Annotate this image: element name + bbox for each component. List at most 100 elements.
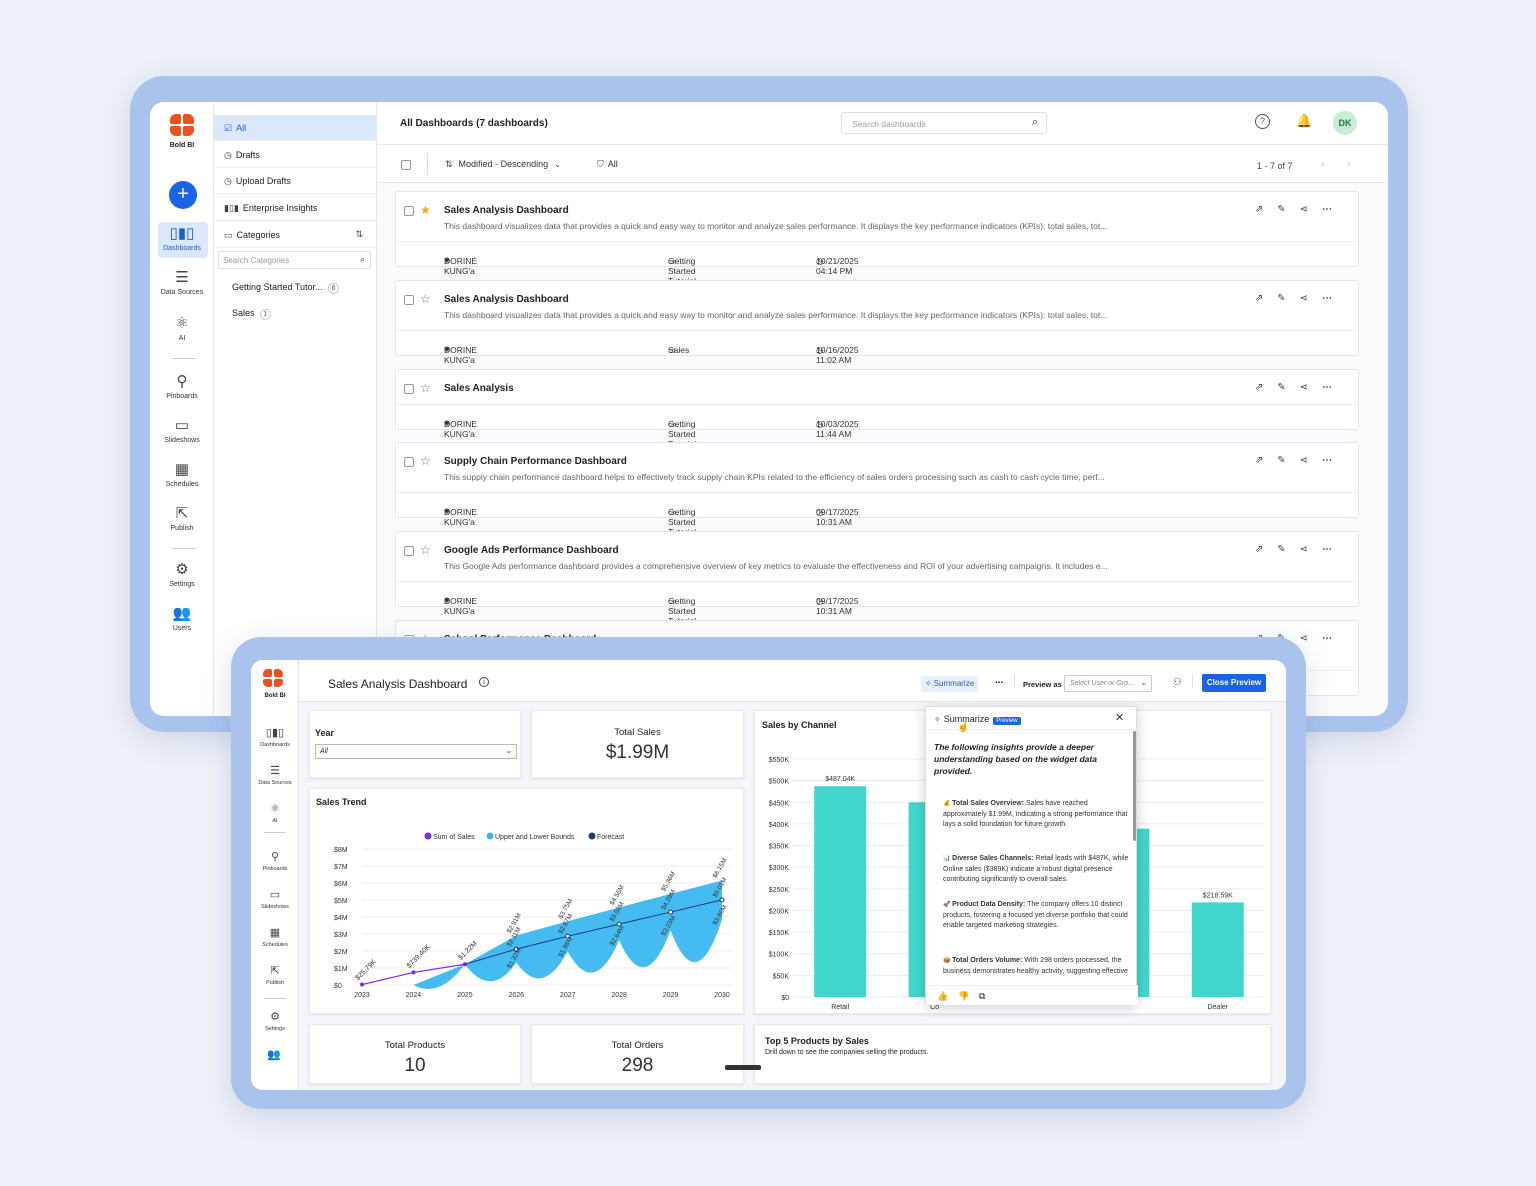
open-external-icon[interactable]: ⇗ xyxy=(1255,455,1277,466)
preview-rail-item[interactable]: ⇱ Publish xyxy=(251,964,299,986)
forecast-point[interactable] xyxy=(668,909,674,915)
next-page-icon[interactable]: › xyxy=(1347,159,1350,170)
edit-icon[interactable]: ✎ xyxy=(1277,204,1299,215)
star-icon[interactable]: ☆ xyxy=(420,381,431,395)
year-select[interactable]: All ⌄ xyxy=(315,744,517,759)
preview-rail-item[interactable]: ▯▮▯ Dashboards xyxy=(251,726,299,748)
share-icon[interactable]: ⋖ xyxy=(1300,382,1322,393)
rail-item-slideshows[interactable]: ▭ Slideshows xyxy=(150,418,214,444)
dashboard-checkbox[interactable] xyxy=(404,546,414,556)
avatar[interactable]: DK xyxy=(1333,111,1357,135)
edit-icon[interactable]: ✎ xyxy=(1277,293,1299,304)
info-icon[interactable]: i xyxy=(479,677,489,687)
more-options-icon[interactable]: ⋯ xyxy=(1322,633,1332,644)
rail-item-data-sources[interactable]: ☰ Data Sources xyxy=(150,270,214,296)
share-icon[interactable]: ⋖ xyxy=(1300,293,1322,304)
sales-point[interactable] xyxy=(411,970,416,975)
panel-item-enterprise-insights[interactable]: ▮▯▮ Enterprise Insights xyxy=(214,195,377,221)
star-icon[interactable]: ☆ xyxy=(420,292,431,306)
dashboard-title[interactable]: Supply Chain Performance Dashboard xyxy=(444,456,627,467)
dashboard-title[interactable]: Sales Analysis Dashboard xyxy=(444,294,569,305)
share-icon[interactable]: ⋖ xyxy=(1300,204,1322,215)
dashboard-checkbox[interactable] xyxy=(404,384,414,394)
panel-item-categories[interactable]: ▭ Categories ⇅ xyxy=(214,222,377,248)
share-icon[interactable]: ⋖ xyxy=(1300,633,1322,644)
filter-dropdown[interactable]: ⛉ All xyxy=(597,159,618,169)
sort-icon[interactable]: ⇅ xyxy=(355,230,363,239)
preview-rail-item[interactable]: ☰ Data Sources xyxy=(251,764,299,786)
star-icon[interactable]: ☆ xyxy=(420,454,431,468)
rail-item-users[interactable]: 👥 Users xyxy=(150,606,214,632)
rail-item-settings[interactable]: ⚙ Settings xyxy=(150,562,214,588)
dashboard-card[interactable]: ☆ Sales Analysis Dashboard This dashboard … xyxy=(395,280,1359,365)
close-icon[interactable]: ✕ xyxy=(1115,711,1124,724)
user-icon[interactable]: ⚇ xyxy=(1173,677,1182,688)
edit-icon[interactable]: ✎ xyxy=(1277,544,1299,555)
sales-point[interactable] xyxy=(360,982,364,987)
bar[interactable] xyxy=(814,786,867,997)
scroll-handle[interactable] xyxy=(725,1065,761,1070)
prev-page-icon[interactable]: ‹ xyxy=(1321,159,1324,170)
copy-icon[interactable]: ⧉ xyxy=(979,991,985,1002)
users-icon[interactable]: 👥 xyxy=(267,1048,281,1061)
dashboard-card[interactable]: ☆ Supply Chain Performance Dashboard This … xyxy=(395,442,1359,537)
edit-icon[interactable]: ✎ xyxy=(1277,455,1299,466)
dashboard-checkbox[interactable] xyxy=(404,206,414,216)
dashboard-title[interactable]: Google Ads Performance Dashboard xyxy=(444,545,619,556)
legend-item[interactable]: Upper and Lower Bounds xyxy=(486,832,575,842)
bell-icon[interactable]: 🔔 xyxy=(1296,113,1312,129)
share-icon[interactable]: ⋖ xyxy=(1300,455,1322,466)
dashboard-checkbox[interactable] xyxy=(404,295,414,305)
preview-rail-item[interactable]: ⚲ Pinboards xyxy=(251,850,299,872)
close-preview-button[interactable]: Close Preview xyxy=(1202,674,1266,692)
summarize-button[interactable]: ✧ Summarize xyxy=(921,676,979,692)
more-options-icon[interactable]: ⋯ xyxy=(1322,544,1332,555)
more-options-icon[interactable]: ... xyxy=(995,675,1003,686)
open-external-icon[interactable]: ⇗ xyxy=(1255,382,1277,393)
panel-item-all[interactable]: ☑ All xyxy=(214,115,377,141)
more-options-icon[interactable]: ⋯ xyxy=(1322,204,1332,215)
panel-item-drafts[interactable]: ◷ Drafts xyxy=(214,142,377,168)
sort-dropdown[interactable]: ⇅ Modified - Descending ⌄ xyxy=(445,159,561,169)
help-icon[interactable]: ? xyxy=(1255,114,1270,129)
preview-rail-item[interactable]: ⚙ Settings xyxy=(251,1010,299,1032)
legend-item[interactable]: Sum of Sales xyxy=(424,832,476,842)
more-options-icon[interactable]: ⋯ xyxy=(1322,455,1332,466)
dashboard-checkbox[interactable] xyxy=(404,457,414,467)
dashboard-card[interactable]: ★ Sales Analysis Dashboard This dashboard … xyxy=(395,191,1359,286)
share-icon[interactable]: ⋖ xyxy=(1300,544,1322,555)
thumbs-up-icon[interactable]: 👍 xyxy=(937,991,948,1002)
star-icon[interactable]: ☆ xyxy=(420,543,431,557)
edit-icon[interactable]: ✎ xyxy=(1277,382,1299,393)
thumbs-down-icon[interactable]: 👎 xyxy=(958,991,969,1002)
open-external-icon[interactable]: ⇗ xyxy=(1255,293,1277,304)
rail-item-dashboards[interactable]: ▯▮▯ Dashboards xyxy=(150,226,214,252)
star-icon[interactable]: ★ xyxy=(420,203,431,217)
category-item[interactable]: Sales 1 xyxy=(214,300,377,326)
dashboard-title[interactable]: Sales Analysis xyxy=(444,383,514,394)
open-external-icon[interactable]: ⇗ xyxy=(1255,204,1277,215)
forecast-point[interactable] xyxy=(719,897,725,903)
rail-item-schedules[interactable]: ▦ Schedules xyxy=(150,462,214,488)
popup-scrollbar[interactable] xyxy=(1133,731,1136,841)
rail-item-publish[interactable]: ⇱ Publish xyxy=(150,506,214,532)
search-categories-input[interactable]: Search Categories ⌕ xyxy=(218,251,371,269)
legend-item[interactable]: Forecast xyxy=(588,832,625,842)
panel-item-upload-drafts[interactable]: ◷ Upload Drafts xyxy=(214,168,377,194)
rail-item-pinboards[interactable]: ⚲ Pinboards xyxy=(150,374,214,400)
dashboard-title[interactable]: Sales Analysis Dashboard xyxy=(444,205,569,216)
more-options-icon[interactable]: ⋯ xyxy=(1322,382,1332,393)
more-options-icon[interactable]: ⋯ xyxy=(1322,293,1332,304)
bar[interactable] xyxy=(1191,902,1244,997)
preview-rail-item[interactable]: ▦ Schedules xyxy=(251,926,299,948)
preview-rail-item[interactable]: ⚛ AI xyxy=(251,802,299,824)
dashboard-card[interactable]: ☆ Google Ads Performance Dashboard This Go… xyxy=(395,531,1359,626)
search-dashboards-input[interactable]: Search dashboards ⌕ xyxy=(841,112,1047,134)
select-all-checkbox[interactable] xyxy=(401,160,411,170)
category-item[interactable]: Getting Started Tutor... 6 xyxy=(214,274,377,300)
rail-item-ai[interactable]: ⚛ AI xyxy=(150,316,214,342)
open-external-icon[interactable]: ⇗ xyxy=(1255,544,1277,555)
dashboard-card[interactable]: ☆ Sales Analysis ⇗✎⋖⋯ ◉ DORINE KUNG'a ▭ Gett… xyxy=(395,369,1359,449)
user-group-select[interactable]: Select User or Gro... ⌄ xyxy=(1064,675,1152,692)
create-button[interactable]: + xyxy=(169,181,197,209)
